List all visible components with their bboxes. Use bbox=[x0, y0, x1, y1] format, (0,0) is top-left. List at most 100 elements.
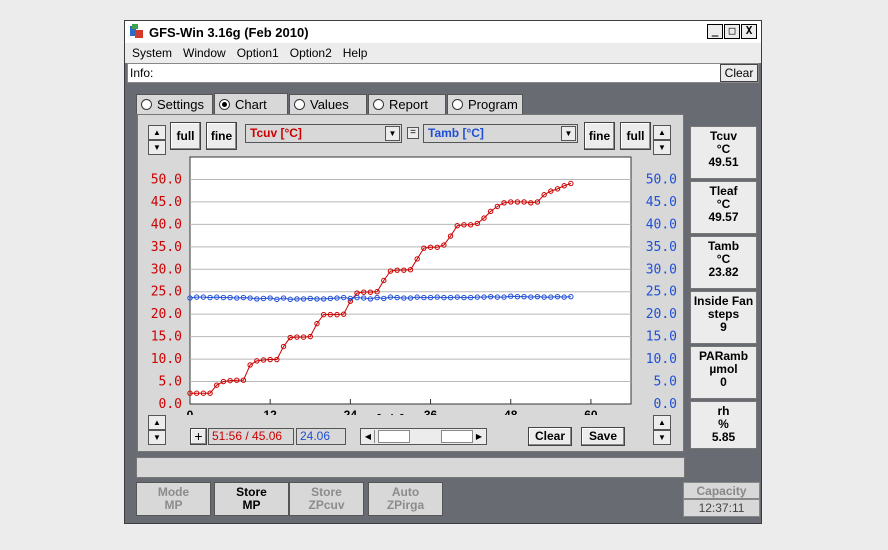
window-title: GFS-Win 3.16g (Feb 2010) bbox=[149, 24, 309, 40]
x-tick-label: 12 bbox=[264, 408, 278, 415]
y-tick-right: 20.0 bbox=[646, 307, 677, 322]
tab-label: Report bbox=[389, 97, 429, 112]
title-bar[interactable]: GFS-Win 3.16g (Feb 2010) _ □ X bbox=[125, 21, 761, 43]
menu-option2[interactable]: Option2 bbox=[290, 46, 332, 60]
left-y-offset-spinner[interactable]: ▲ ▼ bbox=[148, 415, 166, 445]
cursor-readout-right: 24.06 bbox=[296, 428, 346, 445]
y-tick-left: 40.0 bbox=[151, 217, 182, 232]
y-tick-right: 15.0 bbox=[646, 330, 677, 345]
x-axis-label: [min] bbox=[377, 413, 404, 415]
y-tick-right: 45.0 bbox=[646, 195, 677, 210]
x-tick-label: 0 bbox=[187, 408, 194, 415]
tab-label: Chart bbox=[235, 97, 267, 112]
reading-tleaf: Tleaf °C 49.57 bbox=[690, 181, 757, 234]
x-tick-label: 36 bbox=[424, 408, 438, 415]
clear-chart-button[interactable]: Clear bbox=[528, 427, 572, 446]
y-tick-left: 25.0 bbox=[151, 285, 182, 300]
info-label: Info: bbox=[130, 66, 154, 80]
reading-value: 49.57 bbox=[708, 210, 739, 224]
y-tick-left: 10.0 bbox=[151, 352, 182, 367]
reading-tcuv: Tcuv °C 49.51 bbox=[690, 126, 757, 179]
reading-value: 49.51 bbox=[708, 155, 739, 169]
y-tick-right: 10.0 bbox=[646, 352, 677, 367]
radio-icon bbox=[373, 99, 384, 110]
time-scrollbar[interactable]: ◀ ▶ bbox=[360, 428, 487, 445]
y-tick-right: 30.0 bbox=[646, 262, 677, 277]
app-window: GFS-Win 3.16g (Feb 2010) _ □ X System Wi… bbox=[124, 20, 762, 524]
scroll-thumb-end[interactable] bbox=[441, 430, 473, 443]
tab-label: Settings bbox=[157, 97, 204, 112]
tab-settings[interactable]: Settings bbox=[136, 94, 213, 114]
radio-icon bbox=[294, 99, 305, 110]
arrow-down-icon[interactable]: ▼ bbox=[148, 430, 166, 445]
capacity-label: Capacity bbox=[683, 482, 760, 499]
x-tick-label: 60 bbox=[584, 408, 598, 415]
scroll-thumb[interactable] bbox=[378, 430, 410, 443]
minimize-button[interactable]: _ bbox=[707, 24, 723, 39]
menu-bar: System Window Option1 Option2 Help bbox=[125, 43, 761, 63]
tab-chart[interactable]: Chart bbox=[214, 93, 288, 115]
reading-tamb: Tamb °C 23.82 bbox=[690, 236, 757, 289]
bottom-button-label: ZPcuv bbox=[308, 498, 345, 512]
bottom-button-store-zpcuv[interactable]: Store ZPcuv bbox=[289, 482, 364, 516]
maximize-button[interactable]: □ bbox=[724, 24, 740, 39]
bottom-button-auto-zpirga[interactable]: Auto ZPirga bbox=[368, 482, 443, 516]
window-controls: _ □ X bbox=[707, 24, 757, 39]
plot-area bbox=[189, 156, 632, 405]
reading-value: 23.82 bbox=[708, 265, 739, 279]
cursor-readout-left: 51:56 / 45.06 bbox=[208, 428, 294, 445]
bottom-button-label: ZPirga bbox=[386, 498, 425, 512]
chart-panel: ▲ ▼ full fine Tcuv [°C] ▼ = Tamb [°C] ▼ … bbox=[137, 114, 684, 452]
x-tick-label: 48 bbox=[504, 408, 518, 415]
y-tick-right: 35.0 bbox=[646, 240, 677, 255]
menu-help[interactable]: Help bbox=[343, 46, 368, 60]
reading-inside-fan: Inside Fan steps 9 bbox=[690, 291, 757, 344]
y-tick-left: 50.0 bbox=[151, 172, 182, 187]
y-tick-right: 5.0 bbox=[654, 375, 677, 390]
menu-window[interactable]: Window bbox=[183, 46, 226, 60]
radio-icon bbox=[452, 99, 463, 110]
x-tick-label: 24 bbox=[344, 408, 358, 415]
tab-values[interactable]: Values bbox=[289, 94, 367, 114]
y-tick-left: 20.0 bbox=[151, 307, 182, 322]
reading-value: 9 bbox=[720, 320, 727, 334]
scroll-left-icon[interactable]: ◀ bbox=[362, 430, 375, 443]
info-bar: Info: Clear bbox=[127, 63, 759, 83]
y-tick-right: 25.0 bbox=[646, 285, 677, 300]
radio-icon bbox=[141, 99, 152, 110]
y-tick-left: 30.0 bbox=[151, 262, 182, 277]
radio-selected-icon bbox=[219, 99, 230, 110]
tab-report[interactable]: Report bbox=[368, 94, 446, 114]
y-tick-left: 35.0 bbox=[151, 240, 182, 255]
app-icon bbox=[129, 24, 145, 40]
reading-value: 0 bbox=[720, 375, 727, 389]
bottom-button-store-mp[interactable]: Store MP bbox=[214, 482, 289, 516]
arrow-up-icon[interactable]: ▲ bbox=[148, 415, 166, 430]
y-tick-left: 45.0 bbox=[151, 195, 182, 210]
arrow-up-icon[interactable]: ▲ bbox=[653, 415, 671, 430]
tab-program[interactable]: Program bbox=[447, 94, 523, 114]
temperature-chart[interactable]: 0.0 5.0 10.0 15.0 20.0 25.0 30.0 35.0 40.0 45.0 50… bbox=[138, 115, 683, 415]
close-button[interactable]: X bbox=[741, 24, 757, 39]
right-y-offset-spinner[interactable]: ▲ ▼ bbox=[653, 415, 671, 445]
save-chart-button[interactable]: Save bbox=[581, 427, 625, 446]
add-marker-button[interactable]: + bbox=[190, 428, 207, 445]
y-tick-right: 40.0 bbox=[646, 217, 677, 232]
status-bar bbox=[136, 457, 685, 478]
info-clear-button[interactable]: Clear bbox=[720, 64, 758, 82]
y-tick-left: 5.0 bbox=[159, 375, 182, 390]
reading-rh: rh% 5.85 bbox=[690, 401, 757, 449]
reading-value: 5.85 bbox=[711, 430, 736, 444]
bottom-button-label: MP bbox=[242, 498, 261, 512]
bottom-button-mode-mp[interactable]: Mode MP bbox=[136, 482, 211, 516]
tab-label: Values bbox=[310, 97, 349, 112]
y-tick-left: 15.0 bbox=[151, 330, 182, 345]
y-tick-right: 0.0 bbox=[654, 397, 677, 412]
arrow-down-icon[interactable]: ▼ bbox=[653, 430, 671, 445]
y-tick-left: 0.0 bbox=[159, 397, 182, 412]
scroll-right-icon[interactable]: ▶ bbox=[472, 430, 485, 443]
y-tick-right: 50.0 bbox=[646, 172, 677, 187]
menu-option1[interactable]: Option1 bbox=[237, 46, 279, 60]
clock-display: 12:37:11 bbox=[683, 499, 760, 517]
menu-system[interactable]: System bbox=[132, 46, 172, 60]
